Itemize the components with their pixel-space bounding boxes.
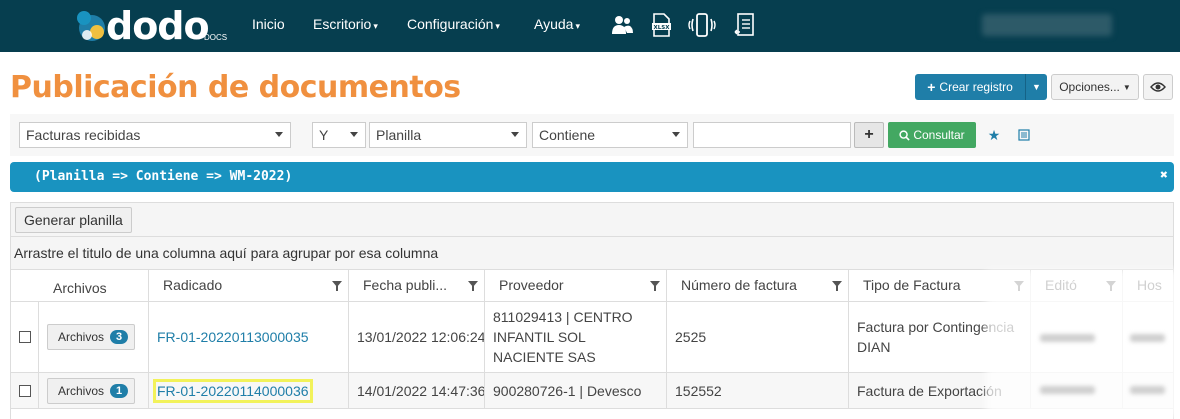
column-header-proveedor[interactable]: Proveedor bbox=[485, 270, 667, 302]
saved-filters-button[interactable] bbox=[1010, 122, 1038, 148]
logo-text: dodo bbox=[106, 4, 210, 48]
nav-inicio[interactable]: Inicio bbox=[252, 16, 285, 32]
redacted-text bbox=[1130, 386, 1165, 394]
page-title: Publicación de documentos bbox=[10, 70, 461, 105]
view-toggle-button[interactable] bbox=[1143, 74, 1173, 100]
chevron-down-icon bbox=[511, 132, 519, 137]
list-icon bbox=[1018, 129, 1030, 141]
radicado-cell: FR-01-20220113000035 bbox=[149, 302, 349, 373]
chevron-down-icon: ▾ bbox=[495, 21, 500, 31]
files-cell: Archivos 1 bbox=[39, 373, 149, 409]
chevron-down-icon: ▾ bbox=[575, 21, 580, 31]
dodo-logo[interactable]: dodo DOCS bbox=[74, 4, 234, 48]
chevron-down-icon bbox=[350, 132, 358, 137]
files-count-badge: 1 bbox=[110, 383, 129, 398]
proveedor-cell: 900280726-1 | Devesco bbox=[485, 373, 667, 409]
column-header-hos[interactable]: Hos bbox=[1123, 270, 1173, 302]
field-select[interactable]: Planilla bbox=[369, 122, 527, 148]
chevron-down-icon bbox=[672, 132, 680, 137]
filter-icon[interactable] bbox=[468, 281, 478, 291]
filter-icon[interactable] bbox=[1014, 281, 1024, 291]
row-checkbox[interactable] bbox=[18, 384, 31, 397]
logo-subtext: DOCS bbox=[204, 33, 228, 42]
column-header-fecha[interactable]: Fecha publi... bbox=[349, 270, 485, 302]
numero-factura-cell: 152552 bbox=[667, 373, 849, 409]
column-header-numero-factura[interactable]: Número de factura bbox=[667, 270, 849, 302]
column-header-radicado[interactable]: Radicado bbox=[149, 270, 349, 302]
search-icon bbox=[899, 129, 910, 141]
favorite-button[interactable]: ★ bbox=[980, 122, 1008, 148]
document-type-select[interactable]: Facturas recibidas bbox=[19, 122, 291, 148]
plus-icon: + bbox=[864, 126, 874, 143]
column-header-edito[interactable]: Editó bbox=[1031, 270, 1123, 302]
eye-icon bbox=[1150, 82, 1166, 92]
fecha-cell: 14/01/2022 14:47:36 bbox=[349, 373, 485, 409]
radicado-link[interactable]: FR-01-20220114000036 bbox=[153, 378, 313, 403]
filter-icon[interactable] bbox=[1106, 281, 1116, 291]
consult-button[interactable]: Consultar bbox=[888, 122, 976, 148]
redacted-text bbox=[1040, 334, 1095, 342]
numero-factura-cell: 2525 bbox=[667, 302, 849, 373]
filter-icon[interactable] bbox=[332, 281, 342, 291]
nav-escritorio[interactable]: Escritorio ▾ bbox=[313, 16, 378, 32]
group-by-hint: Arrastre el titulo de una columna aquí p… bbox=[11, 237, 1173, 270]
filter-icon[interactable] bbox=[832, 281, 842, 291]
files-count-badge: 3 bbox=[110, 330, 129, 344]
star-icon: ★ bbox=[987, 126, 1001, 143]
nav-configuracion[interactable]: Configuración ▾ bbox=[407, 16, 500, 32]
row-checkbox[interactable] bbox=[18, 331, 31, 343]
chevron-down-icon bbox=[275, 132, 283, 137]
users-icon[interactable] bbox=[610, 12, 634, 38]
chevron-down-icon: ▾ bbox=[373, 21, 378, 31]
add-filter-button[interactable]: + bbox=[854, 122, 884, 148]
create-record-button[interactable]: + Crear registro bbox=[915, 74, 1025, 100]
generate-sheet-button[interactable]: Generar planilla bbox=[15, 207, 132, 233]
redacted-text bbox=[1130, 334, 1165, 342]
column-header-tipo-factura[interactable]: Tipo de Factura bbox=[849, 270, 1031, 302]
top-navbar: dodo DOCS Inicio Escritorio ▾ Configuraci… bbox=[0, 0, 1180, 52]
document-return-icon[interactable] bbox=[733, 12, 757, 38]
active-query-banner: (Planilla => Contiene => WM-2022) ✖ bbox=[10, 162, 1174, 192]
nav-ayuda[interactable]: Ayuda ▾ bbox=[534, 16, 580, 32]
filter-icon[interactable] bbox=[650, 281, 660, 291]
column-header-archivos[interactable]: Archivos bbox=[39, 270, 149, 302]
chevron-down-icon: ▼ bbox=[1032, 82, 1041, 92]
filter-value-input[interactable] bbox=[693, 122, 851, 148]
table-row-checkbox-cell bbox=[11, 302, 39, 373]
user-menu[interactable] bbox=[982, 14, 1112, 36]
fecha-cell: 13/01/2022 12:06:24 bbox=[349, 302, 485, 373]
options-dropdown-button[interactable]: Opciones... ▼ bbox=[1051, 74, 1139, 100]
radicado-cell: FR-01-20220114000036 bbox=[149, 373, 349, 409]
chevron-down-icon: ▼ bbox=[1122, 82, 1131, 92]
table-row-checkbox-cell bbox=[11, 373, 39, 409]
grid-toolbar: Generar planilla bbox=[11, 203, 1173, 237]
files-cell: Archivos 3 bbox=[39, 302, 149, 373]
files-button[interactable]: Archivos 3 bbox=[47, 324, 136, 350]
tipo-factura-cell: Factura de Exportación bbox=[849, 373, 1031, 409]
documents-grid: Generar planilla Arrastre el titulo de u… bbox=[10, 202, 1174, 419]
select-column-header bbox=[11, 270, 40, 302]
plus-icon: + bbox=[927, 79, 936, 95]
create-record-dropdown-button[interactable]: ▼ bbox=[1025, 74, 1047, 100]
radicado-link[interactable]: FR-01-20220113000035 bbox=[157, 329, 309, 345]
xlsx-file-icon[interactable]: XLSX bbox=[649, 12, 673, 38]
svg-text:XLSX: XLSX bbox=[654, 25, 671, 31]
redacted-text bbox=[1040, 386, 1095, 394]
close-icon[interactable]: ✖ bbox=[1160, 168, 1168, 183]
files-button[interactable]: Archivos 1 bbox=[47, 377, 136, 404]
active-query-text: (Planilla => Contiene => WM-2022) bbox=[34, 169, 293, 184]
operator-select[interactable]: Contiene bbox=[532, 122, 688, 148]
mobile-vibrate-icon[interactable] bbox=[688, 12, 716, 38]
logic-select[interactable]: Y bbox=[312, 122, 366, 148]
tipo-factura-cell: Factura por Contingencia DIAN bbox=[849, 302, 1031, 373]
proveedor-cell: 811029413 | CENTRO INFANTIL SOL NACIENTE… bbox=[485, 302, 667, 373]
